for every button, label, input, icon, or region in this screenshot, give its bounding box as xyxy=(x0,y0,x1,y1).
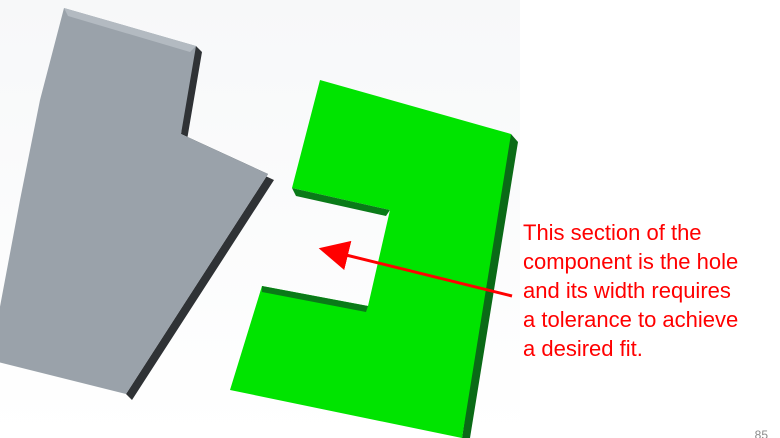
callout-line: a tolerance to achieve xyxy=(523,307,739,332)
callout-line: and its width requires xyxy=(523,278,731,303)
page-number: 85 xyxy=(754,428,768,438)
slide: This section of the component is the hol… xyxy=(0,0,780,438)
hole-component xyxy=(230,80,518,438)
callout-line: component is the hole xyxy=(523,249,739,274)
peg-component-face xyxy=(0,8,268,394)
hole-component-face xyxy=(230,80,511,438)
callout-text: This section of the component is the hol… xyxy=(523,218,780,363)
peg-component xyxy=(0,8,274,400)
callout-line: a desired fit. xyxy=(523,336,643,361)
callout-line: This section of the xyxy=(523,220,702,245)
